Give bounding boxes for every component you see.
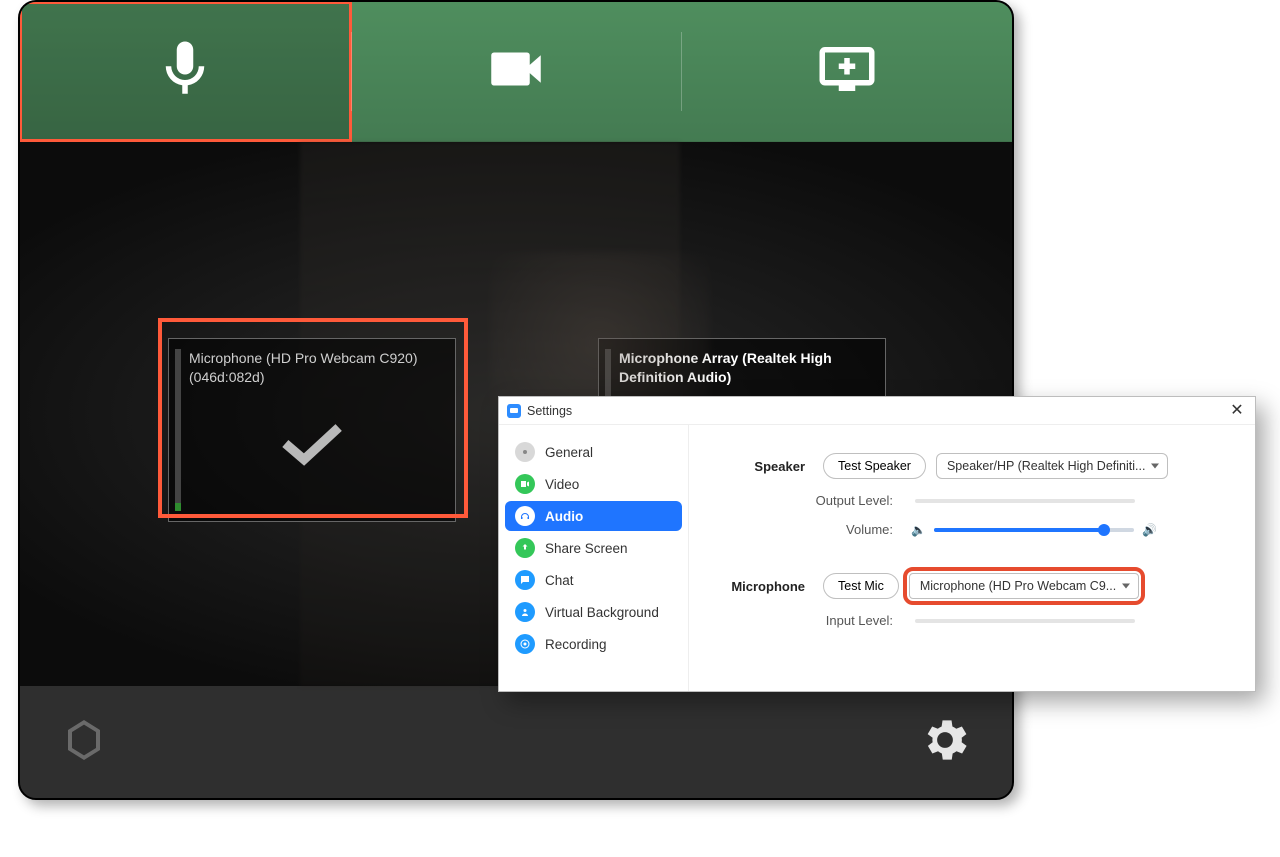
speaker-volume-slider[interactable]	[934, 528, 1134, 532]
nav-audio[interactable]: Audio	[505, 501, 682, 531]
input-level-meter	[915, 619, 1135, 623]
tab-share-screen[interactable]	[681, 2, 1012, 141]
test-speaker-button[interactable]: Test Speaker	[823, 453, 926, 479]
nav-chat[interactable]: Chat	[505, 565, 682, 595]
nav-label: Video	[545, 477, 579, 492]
share-small-icon	[515, 538, 535, 558]
test-mic-button[interactable]: Test Mic	[823, 573, 899, 599]
volume-low-icon: 🔈	[911, 523, 926, 537]
video-small-icon	[515, 474, 535, 494]
settings-audio-pane: Speaker Test Speaker Speaker/HP (Realtek…	[689, 425, 1255, 691]
selected-check-icon	[280, 419, 344, 470]
nav-general[interactable]: General	[505, 437, 682, 467]
nav-label: Recording	[545, 637, 607, 652]
source-tab-bar	[20, 2, 1012, 142]
speaker-device-value: Speaker/HP (Realtek High Definiti...	[947, 459, 1145, 473]
speaker-device-dropdown[interactable]: Speaker/HP (Realtek High Definiti...	[936, 453, 1168, 479]
output-level-label: Output Level:	[715, 493, 911, 508]
zoom-settings-window: Settings ✕ General Video Audio Share Scr…	[498, 396, 1256, 692]
settings-titlebar: Settings ✕	[499, 397, 1255, 425]
zoom-app-icon	[507, 404, 521, 418]
nav-label: Chat	[545, 573, 574, 588]
settings-nav: General Video Audio Share Screen Chat Vi…	[499, 425, 689, 691]
tab-microphone[interactable]	[20, 2, 351, 141]
mic-device-name: Microphone Array (Realtek High Definitio…	[619, 349, 875, 387]
volume-high-icon: 🔊	[1142, 523, 1157, 537]
volume-label: Volume:	[715, 522, 911, 537]
tab-camera[interactable]	[351, 2, 682, 141]
close-button[interactable]: ✕	[1225, 399, 1249, 421]
nav-share-screen[interactable]: Share Screen	[505, 533, 682, 563]
chat-small-icon	[515, 570, 535, 590]
input-level-label: Input Level:	[715, 613, 911, 628]
camera-icon	[483, 36, 549, 107]
microphone-label: Microphone	[715, 579, 823, 594]
nav-video[interactable]: Video	[505, 469, 682, 499]
mic-level-meter	[175, 349, 181, 511]
settings-title: Settings	[527, 404, 572, 418]
nav-label: Share Screen	[545, 541, 628, 556]
share-screen-icon	[814, 36, 880, 107]
headphones-icon	[515, 506, 535, 526]
nav-virtual-background[interactable]: Virtual Background	[505, 597, 682, 627]
nav-label: Audio	[545, 509, 583, 524]
nav-recording[interactable]: Recording	[505, 629, 682, 659]
mic-device-name: Microphone (HD Pro Webcam C920) (046d:08…	[189, 349, 445, 387]
speaker-label: Speaker	[715, 459, 823, 474]
close-icon: ✕	[1230, 400, 1243, 420]
microphone-icon	[152, 36, 218, 107]
settings-gear-button[interactable]	[918, 713, 972, 772]
mic-device-card-primary[interactable]: Microphone (HD Pro Webcam C920) (046d:08…	[168, 338, 456, 522]
microphone-device-value: Microphone (HD Pro Webcam C9...	[920, 579, 1116, 593]
virtual-bg-icon	[515, 602, 535, 622]
app-logo-icon	[60, 716, 108, 769]
bottom-control-bar	[20, 686, 1012, 798]
nav-label: General	[545, 445, 593, 460]
gear-small-icon	[515, 442, 535, 462]
recording-icon	[515, 634, 535, 654]
output-level-meter	[915, 499, 1135, 503]
nav-label: Virtual Background	[545, 605, 659, 620]
microphone-device-dropdown[interactable]: Microphone (HD Pro Webcam C9...	[909, 573, 1139, 599]
